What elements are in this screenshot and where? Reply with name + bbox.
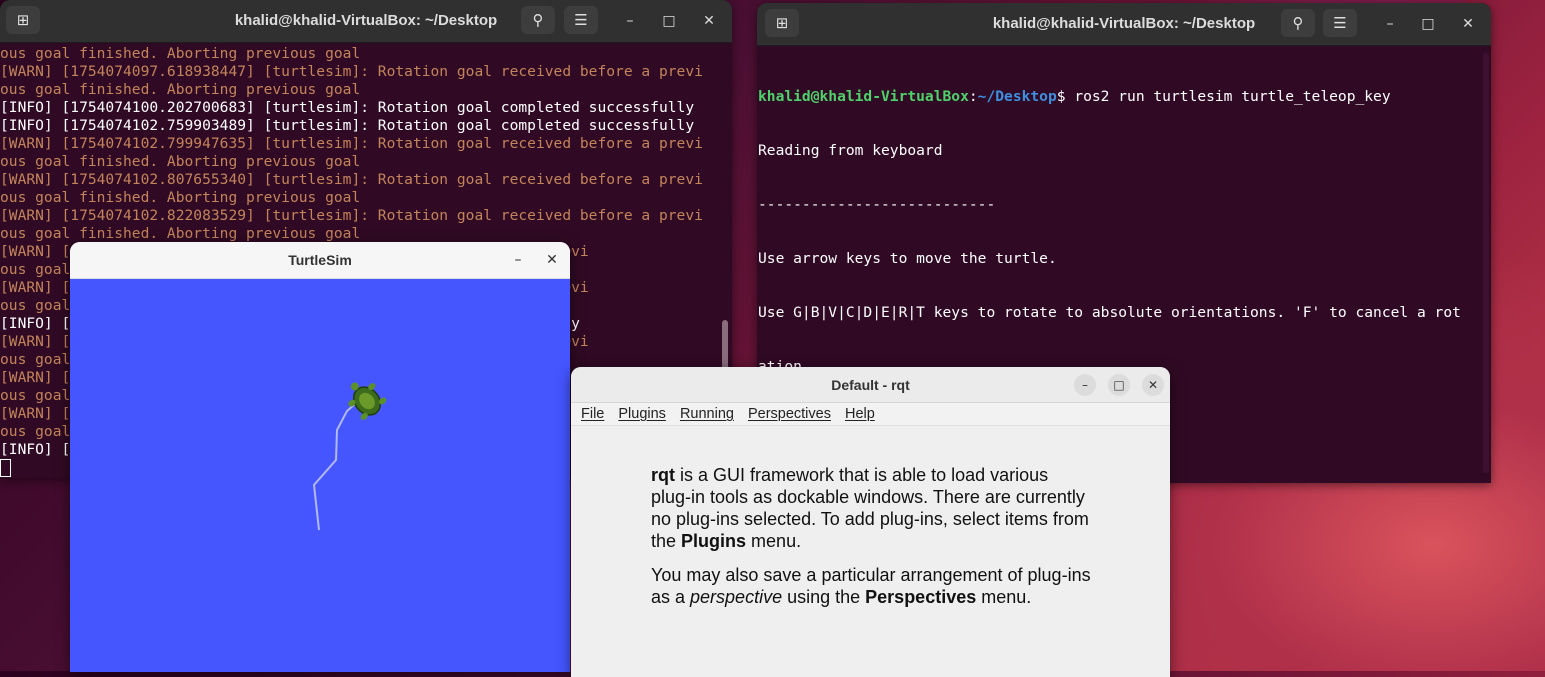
text-cursor [0,459,11,477]
menu-plugins[interactable]: Plugins [618,406,666,422]
minimize-icon[interactable]: – [508,250,528,270]
output-line: --------------------------- [758,196,996,213]
log-line: [WARN] [1754074097.618938447] [turtlesim… [0,63,703,80]
menu-icon[interactable]: ☰ [564,6,598,34]
turtlesim-header[interactable]: TurtleSim – ✕ [70,242,570,279]
rqt-menubar: File Plugins Running Perspectives Help [571,403,1170,426]
log-line: ous goal finished. Aborting previous goa… [0,45,361,62]
turtle-trail [312,397,363,531]
maximize-icon[interactable]: □ [1416,12,1440,36]
maximize-icon[interactable]: □ [1108,374,1130,396]
output-line: Use G|B|V|C|D|E|R|T keys to rotate to ab… [758,304,1461,321]
terminal-scrollbar[interactable] [1483,53,1489,473]
menu-icon[interactable]: ☰ [1323,9,1357,37]
close-icon[interactable]: ✕ [1456,12,1480,36]
prompt-user: khalid@khalid-VirtualBox [758,88,969,105]
turtlesim-title: TurtleSim [288,252,352,268]
search-icon[interactable]: ⚲ [521,6,555,34]
output-line: Reading from keyboard [758,142,943,159]
log-line: [INFO] [1754074100.202700683] [turtlesim… [0,99,695,116]
terminal-scrollbar[interactable] [722,320,728,370]
turtlesim-canvas [70,279,570,672]
prompt-command: $ ros2 run turtlesim turtle_teleop_key [1056,88,1391,105]
menu-running[interactable]: Running [680,406,734,422]
log-line: [WARN] [1754074102.822083529] [turtlesim… [0,207,703,224]
prompt-line: khalid@khalid-VirtualBox:~/Desktop$ ros2… [758,88,1491,106]
rqt-header[interactable]: Default - rqt – □ ✕ [571,367,1170,403]
rqt-paragraph-1: rqt is a GUI framework that is able to l… [651,465,1089,551]
turtlesim-window[interactable]: TurtleSim – ✕ [70,242,570,672]
menu-file[interactable]: File [581,406,604,422]
minimize-icon[interactable]: – [618,9,642,33]
search-icon[interactable]: ⚲ [1281,9,1315,37]
log-line: ous goal finished. Aborting previous goa… [0,225,361,242]
turtle-icon [348,382,387,420]
prompt-path: ~/Desktop [977,88,1057,105]
output-line: Use arrow keys to move the turtle. [758,250,1057,267]
turtle-trail-svg [312,382,387,531]
log-line: [INFO] [1754074102.759903489] [turtlesim… [0,117,695,134]
terminal-header[interactable]: ⊞ khalid@khalid-VirtualBox: ~/Desktop ⚲ … [0,0,732,43]
close-icon[interactable]: ✕ [1142,374,1164,396]
log-line: [WARN] [1754074102.799947635] [turtlesim… [0,135,703,152]
maximize-icon[interactable]: □ [657,9,681,33]
log-line: [WARN] [1754074102.807655340] [turtlesim… [0,171,703,188]
rqt-paragraph-2: You may also save a particular arrangeme… [651,565,1091,607]
close-icon[interactable]: ✕ [697,9,721,33]
log-line: ous goal finished. Aborting previous goa… [0,189,361,206]
rqt-window[interactable]: Default - rqt – □ ✕ File Plugins Running… [571,367,1170,677]
menu-perspectives[interactable]: Perspectives [748,406,831,422]
rqt-welcome-text: rqt is a GUI framework that is able to l… [651,464,1091,620]
prompt-sep: : [968,88,978,105]
terminal-header[interactable]: ⊞ khalid@khalid-VirtualBox: ~/Desktop ⚲ … [757,3,1491,46]
log-line: ous goal finished. Aborting previous goa… [0,153,361,170]
minimize-icon[interactable]: – [1074,374,1096,396]
close-icon[interactable]: ✕ [542,250,562,270]
minimize-icon[interactable]: – [1378,12,1402,36]
log-line: ous goal finished. Aborting previous goa… [0,81,361,98]
menu-help[interactable]: Help [845,406,875,422]
